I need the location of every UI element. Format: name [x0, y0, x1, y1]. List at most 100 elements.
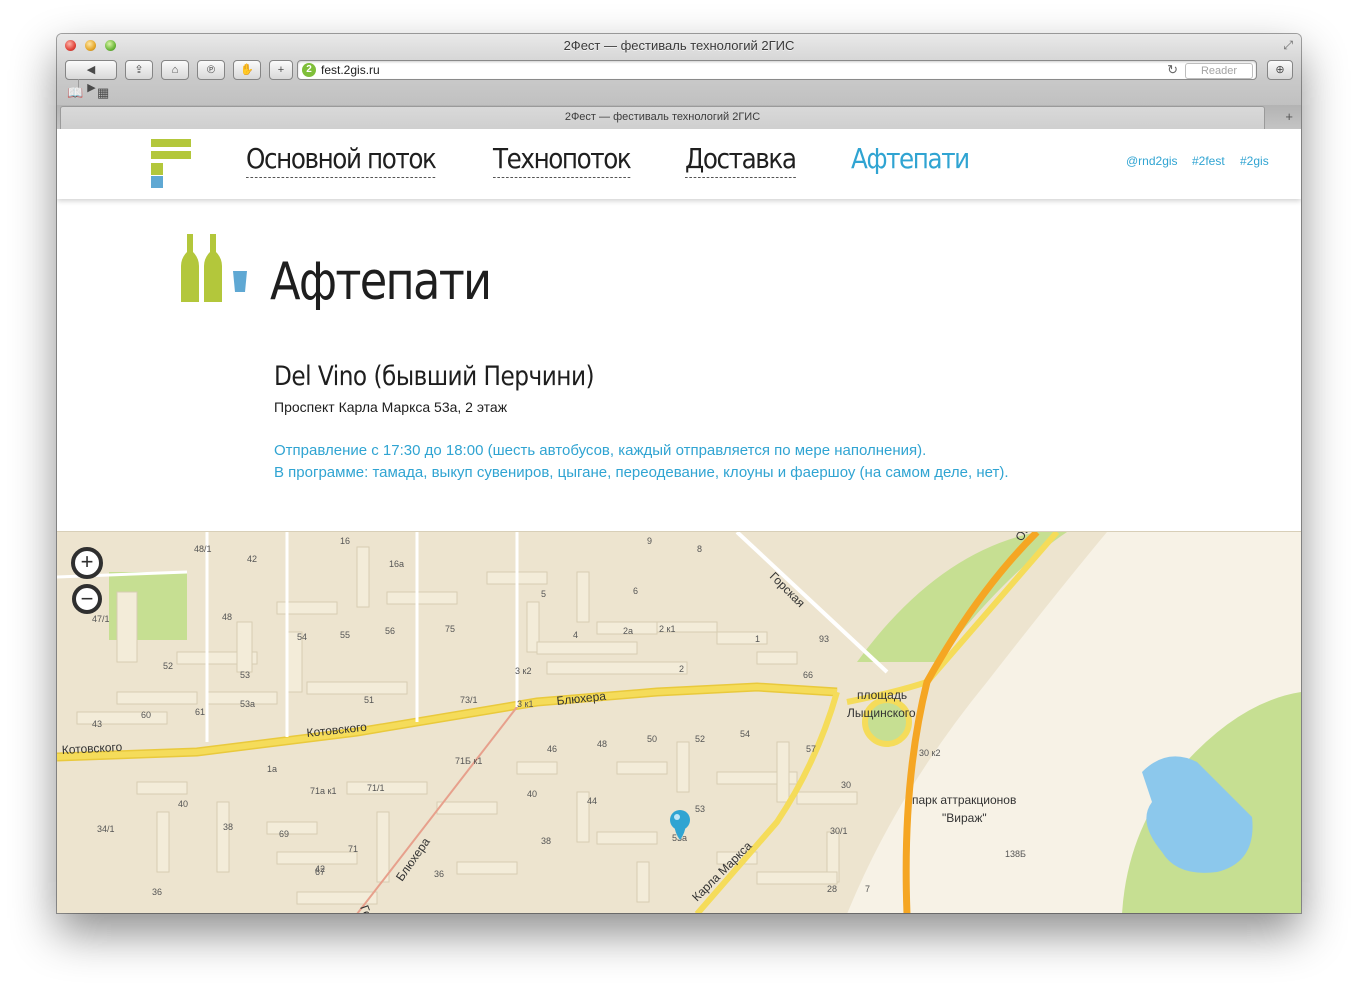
map-house-number: 73/1 — [460, 695, 478, 705]
map-building — [216, 801, 230, 873]
map-house-number: 1а — [267, 764, 277, 774]
map-building — [576, 571, 590, 623]
map-house-number: 48 — [222, 612, 232, 622]
venue-name: Del Vino (бывший Перчини) — [274, 361, 595, 392]
map-house-number: 3 к2 — [515, 666, 531, 676]
reload-icon[interactable]: ↻ — [1167, 62, 1178, 78]
map-canvas[interactable]: БлюхераБлюхераКотовскогоКотовскогоГорска… — [57, 532, 1301, 913]
map-house-number: 55 — [340, 630, 350, 640]
bookmarks-icon[interactable]: 📖 — [67, 85, 83, 101]
map-house-number: 6 — [633, 586, 638, 596]
home-icon: ⌂ — [171, 64, 179, 76]
map-house-number: 38 — [541, 836, 551, 846]
map-house-number: 53 — [695, 804, 705, 814]
map-house-number: 54 — [740, 729, 750, 739]
reader-button[interactable]: Reader — [1185, 63, 1253, 79]
map-house-number: 4 — [573, 630, 578, 640]
map-building — [376, 811, 390, 883]
map-building — [676, 741, 690, 793]
map-building — [306, 681, 408, 695]
browser-window: 2Фест — фестиваль технологий 2ГИС ⤢ ◀▶ ⇪… — [57, 34, 1301, 913]
map-house-number: 8 — [697, 544, 702, 554]
social-link-rnd2gis[interactable]: @rnd2gis — [1126, 154, 1178, 168]
map-house-number: 53 — [240, 670, 250, 680]
map-building — [386, 591, 458, 605]
program-info: В программе: тамада, выкуп сувениров, цы… — [274, 464, 1009, 481]
web-page: Основной поток Технопоток Доставка Афтеп… — [57, 129, 1301, 913]
map-house-number: 36 — [434, 869, 444, 879]
map-house-number: 50 — [647, 734, 657, 744]
tab-bar: 2Фест — фестиваль технологий 2ГИС + — [57, 105, 1301, 130]
map-place-label: "Вираж" — [942, 811, 987, 825]
new-tab-icon[interactable]: + — [1285, 109, 1293, 124]
back-forward-buttons: ◀▶ — [65, 60, 117, 97]
back-icon[interactable]: ◀ — [79, 61, 104, 79]
2fest-logo[interactable] — [151, 139, 191, 189]
map-building — [116, 691, 198, 705]
add-bookmark-button[interactable]: + — [269, 60, 293, 80]
map-house-number: 5 — [541, 589, 546, 599]
home-button[interactable]: ⌂ — [161, 60, 189, 80]
map-building — [536, 641, 638, 655]
map-house-number: 93 — [819, 634, 829, 644]
map-house-number: 48/1 — [194, 544, 212, 554]
map-building — [636, 861, 650, 903]
map-house-number: 16 — [340, 536, 350, 546]
map-house-number: 9 — [647, 536, 652, 546]
downloads-icon: ⊕ — [1275, 64, 1285, 76]
top-sites-icon[interactable]: ▦ — [97, 85, 109, 101]
map-building — [456, 861, 518, 875]
nav-main-stream[interactable]: Основной поток — [246, 141, 437, 178]
nav-delivery[interactable]: Доставка — [685, 141, 797, 178]
plus-icon: + — [277, 64, 285, 76]
map-street-label: Карла Маркса — [689, 839, 755, 905]
map-building — [616, 761, 668, 775]
map-building — [266, 821, 318, 835]
map-house-number: 44 — [587, 796, 597, 806]
map-house-number: 57 — [806, 744, 816, 754]
venue-address: Проспект Карла Маркса 53а, 2 этаж — [274, 399, 508, 415]
zoom-out-button[interactable]: − — [72, 584, 102, 614]
downloads-button[interactable]: ⊕ — [1267, 60, 1293, 80]
url-text[interactable]: fest.2gis.ru — [321, 63, 380, 77]
map-house-number: 71Б к1 — [455, 756, 482, 766]
social-link-2gis[interactable]: #2gis — [1240, 154, 1269, 168]
evernote-button[interactable]: ✋ — [233, 60, 261, 80]
map-building — [796, 791, 858, 805]
map-building — [436, 801, 498, 815]
map-house-number: 54 — [297, 632, 307, 642]
address-bar[interactable]: 2 fest.2gis.ru ↻ Reader — [297, 60, 1257, 80]
map-building — [596, 831, 658, 845]
share-button[interactable]: ⇪ — [125, 60, 153, 80]
map-house-number: 16а — [389, 559, 404, 569]
map-building — [346, 781, 428, 795]
site-header: Основной поток Технопоток Доставка Афтеп… — [57, 129, 1301, 199]
map-building — [276, 851, 358, 865]
map-house-number: 52 — [163, 661, 173, 671]
map-house-number: 2 к1 — [659, 624, 675, 634]
map[interactable]: Блюхера Блюхера Котовского Котовского Горска… — [57, 531, 1301, 913]
map-house-number: 75 — [445, 624, 455, 634]
fullscreen-icon[interactable]: ⤢ — [1283, 38, 1293, 53]
map-house-number: 38 — [223, 822, 233, 832]
map-building — [756, 651, 798, 665]
tab-2fest[interactable]: 2Фест — фестиваль технологий 2ГИС — [60, 106, 1265, 129]
map-house-number: 2 — [679, 664, 684, 674]
map-house-number: 46 — [547, 744, 557, 754]
social-link-2fest[interactable]: #2fest — [1192, 154, 1225, 168]
pinterest-button[interactable]: ℗ — [197, 60, 225, 80]
nav-tech-stream[interactable]: Технопоток — [493, 141, 632, 178]
map-house-number: 67 — [315, 867, 325, 877]
zoom-in-button[interactable]: + — [71, 547, 103, 579]
bottles-icon — [181, 234, 247, 302]
map-place-label: площадь — [857, 688, 907, 702]
map-house-number: 43 — [92, 719, 102, 729]
map-house-number: 3 к1 — [517, 699, 533, 709]
map-house-number: 60 — [141, 710, 151, 720]
nav-afterparty[interactable]: Афтепати — [851, 141, 970, 177]
map-house-number: 7 — [865, 884, 870, 894]
map-street-label: Блюхера — [556, 689, 607, 708]
page-title: Афтепати — [270, 252, 492, 312]
map-house-number: 34/1 — [97, 824, 115, 834]
site-favicon-icon: 2 — [302, 63, 316, 77]
